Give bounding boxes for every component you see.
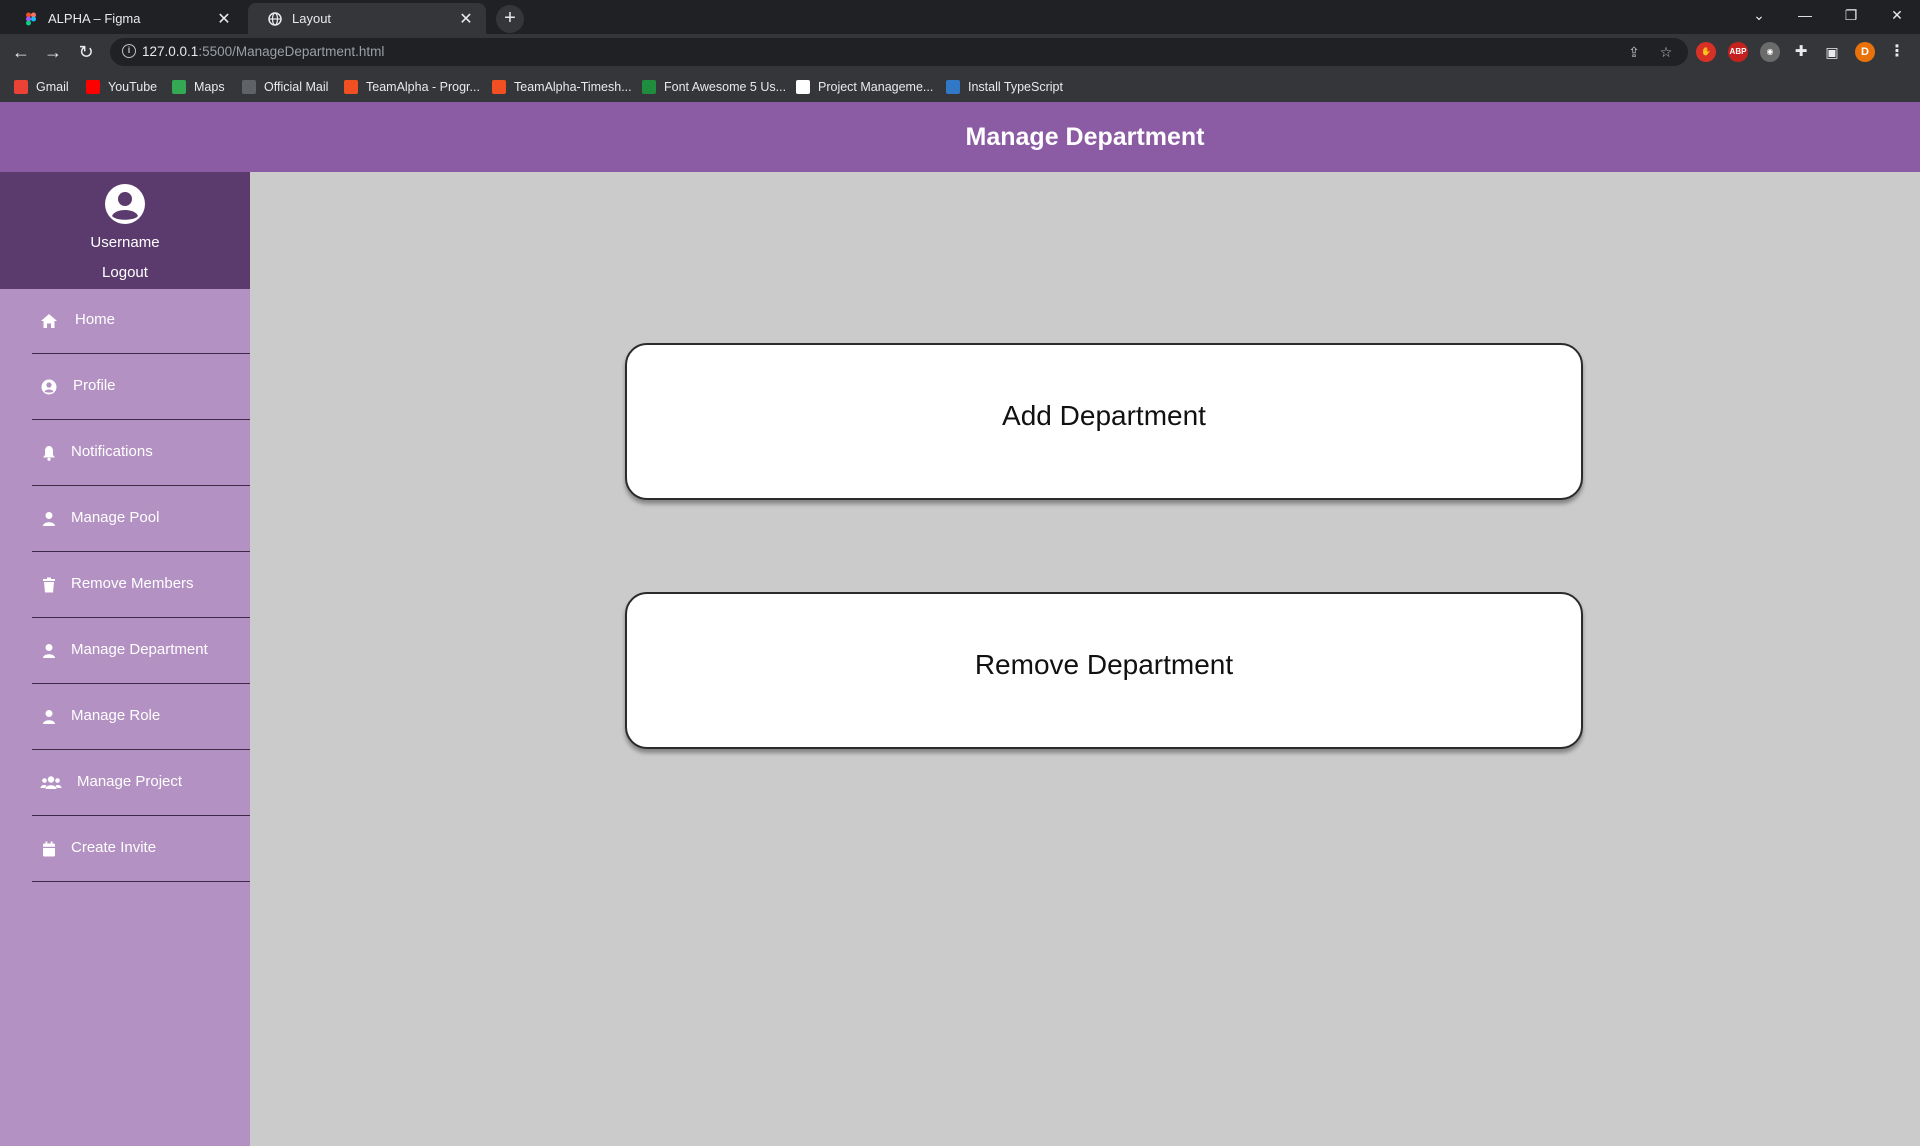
sidebar-item-label: Profile [73, 377, 116, 394]
bookmark-item[interactable]: Font Awesome 5 Us... [642, 78, 786, 96]
more-menu-icon[interactable]: ⋮ [1887, 42, 1907, 62]
share-icon[interactable]: ⇪ [1626, 44, 1642, 60]
adblock-icon[interactable]: ABP [1728, 42, 1748, 62]
user-circle-icon [40, 378, 58, 396]
side-panel-icon[interactable]: ▣ [1822, 42, 1842, 62]
username-label: Username [90, 234, 160, 251]
browser-tab-bar: ALPHA – Figma ✕ Layout ✕ + ⌄ — ❐ ✕ [0, 0, 1920, 34]
page-content: Manage Department Username Logout Home Pr… [0, 102, 1920, 1146]
page-header: Manage Department [0, 102, 1920, 172]
bookmark-label: TeamAlpha - Progr... [366, 80, 480, 94]
bookmark-favicon-icon [946, 80, 960, 94]
bookmark-label: Font Awesome 5 Us... [664, 80, 787, 94]
bookmark-item[interactable]: Project Manageme... [796, 78, 933, 96]
sidebar-item-label: Manage Department [71, 641, 208, 658]
bookmarks-bar: Gmail YouTube Maps Official Mail TeamAlpha -… [0, 70, 1920, 103]
sidebar-item-manage-pool[interactable]: Manage Pool [32, 487, 250, 552]
bookmark-label: Gmail [36, 80, 69, 94]
sidebar-item-notifications[interactable]: Notifications [32, 421, 250, 486]
bookmark-favicon-icon [14, 80, 28, 94]
sidebar-item-home[interactable]: Home [32, 289, 250, 354]
bookmark-favicon-icon [492, 80, 506, 94]
bookmark-label: Maps [194, 80, 225, 94]
trash-icon [40, 576, 58, 594]
browser-tab-figma[interactable]: ALPHA – Figma ✕ [4, 3, 244, 34]
users-icon [40, 774, 62, 792]
address-url: 127.0.0.1:5500/ManageDepartment.html [142, 44, 385, 59]
sidebar-item-label: Home [75, 311, 116, 328]
bookmark-item[interactable]: Official Mail [242, 78, 328, 96]
user-icon [40, 708, 58, 726]
add-department-button[interactable]: Add Department [625, 343, 1583, 500]
reload-icon[interactable]: ↻ [74, 40, 98, 64]
page-title: Manage Department [965, 123, 1205, 151]
bookmark-favicon-icon [344, 80, 358, 94]
bookmark-favicon-icon [242, 80, 256, 94]
sidebar-item-remove-members[interactable]: Remove Members [32, 553, 250, 618]
sidebar: Username Logout Home Profile Notifications… [0, 172, 250, 1146]
browser-toolbar: ← → ↻ i 127.0.0.1:5500/ManageDepartment.… [0, 34, 1920, 70]
remove-department-label: Remove Department [974, 649, 1234, 680]
sidebar-item-label: Create Invite [71, 839, 157, 856]
tab-title: Layout [292, 11, 332, 26]
home-icon [40, 312, 58, 330]
restore-button[interactable]: ❐ [1828, 0, 1874, 30]
add-department-label: Add Department [1002, 400, 1206, 431]
browser-tab-layout[interactable]: Layout ✕ [248, 3, 486, 34]
bookmark-label: Install TypeScript [968, 80, 1063, 94]
bookmark-label: Official Mail [264, 80, 329, 94]
address-bar[interactable]: i 127.0.0.1:5500/ManageDepartment.html ⇪… [110, 38, 1688, 66]
sidebar-item-manage-role[interactable]: Manage Role [32, 685, 250, 750]
logout-link[interactable]: Logout [0, 264, 250, 281]
user-icon [40, 510, 58, 528]
sidebar-item-manage-department[interactable]: Manage Department [32, 619, 250, 684]
bookmark-label: TeamAlpha-Timesh... [514, 80, 632, 94]
user-avatar-icon [105, 184, 145, 224]
sidebar-item-profile[interactable]: Profile [32, 355, 250, 420]
user-panel: Username Logout [0, 172, 250, 289]
close-icon[interactable]: ✕ [458, 9, 474, 29]
extension-red-icon[interactable]: ✋ [1696, 42, 1716, 62]
minimize-button[interactable]: — [1782, 0, 1828, 30]
sidebar-item-label: Manage Pool [71, 509, 160, 526]
back-icon[interactable]: ← [9, 40, 33, 64]
bookmark-item[interactable]: TeamAlpha - Progr... [344, 78, 480, 96]
bookmark-label: YouTube [108, 80, 158, 94]
info-icon[interactable]: i [122, 44, 136, 58]
calendar-icon [40, 840, 58, 858]
bookmark-item[interactable]: Maps [172, 78, 225, 96]
sidebar-item-label: Manage Role [71, 707, 161, 724]
sidebar-item-create-invite[interactable]: Create Invite [32, 817, 250, 882]
bookmark-favicon-icon [642, 80, 656, 94]
bookmark-item[interactable]: TeamAlpha-Timesh... [492, 78, 632, 96]
close-icon[interactable]: ✕ [216, 9, 232, 29]
bookmark-favicon-icon [172, 80, 186, 94]
puzzle-icon[interactable]: ✚ [1791, 42, 1811, 62]
sidebar-item-label: Manage Project [77, 773, 183, 790]
bookmark-item[interactable]: Install TypeScript [946, 78, 1063, 96]
bookmark-label: Project Manageme... [818, 80, 934, 94]
remove-department-button[interactable]: Remove Department [625, 592, 1583, 749]
figma-icon [26, 12, 36, 25]
tab-title: ALPHA – Figma [48, 11, 141, 26]
sidebar-item-manage-project[interactable]: Manage Project [32, 751, 250, 816]
bookmark-item[interactable]: YouTube [86, 78, 157, 96]
bookmark-favicon-icon [796, 80, 810, 94]
window-close-button[interactable]: ✕ [1874, 0, 1920, 30]
forward-icon[interactable]: → [41, 40, 65, 64]
bookmark-favicon-icon [86, 80, 100, 94]
new-tab-button[interactable]: + [496, 5, 524, 33]
sidebar-item-label: Notifications [71, 443, 153, 460]
tab-search-icon[interactable]: ⌄ [1736, 0, 1782, 30]
bookmark-star-icon[interactable]: ☆ [1658, 44, 1674, 60]
bell-icon [40, 444, 58, 462]
bookmark-item[interactable]: Gmail [14, 78, 69, 96]
sidebar-item-label: Remove Members [71, 575, 194, 592]
extension-glasses-icon[interactable]: ◉ [1760, 42, 1780, 62]
user-icon [40, 642, 58, 660]
globe-icon [268, 11, 282, 26]
profile-avatar[interactable]: D [1855, 42, 1875, 62]
